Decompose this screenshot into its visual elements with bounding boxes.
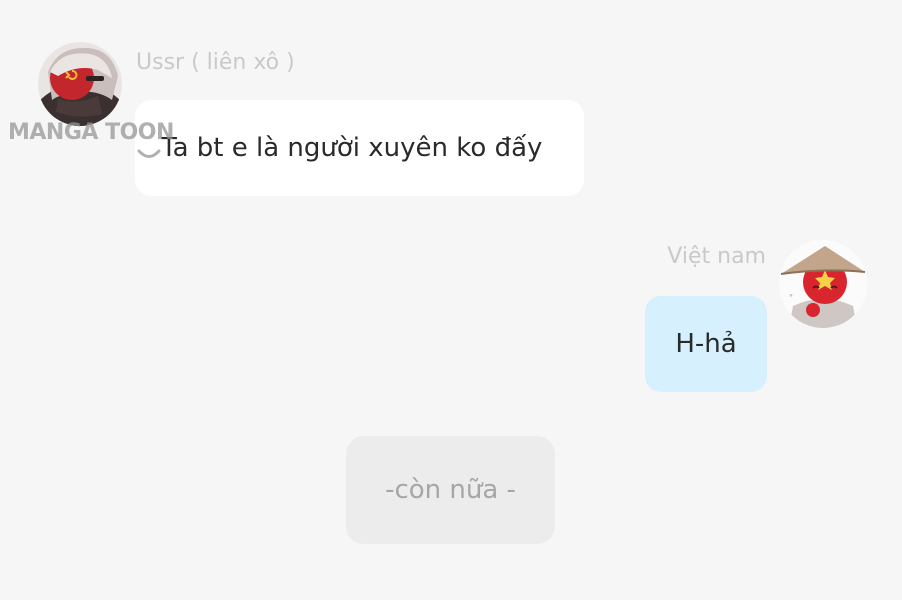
sender-name-right: Việt nam: [667, 244, 766, 269]
sender-name-left: Ussr ( liên xô ): [136, 50, 295, 75]
svg-text:°: °: [789, 293, 793, 302]
watermark-smile-icon: [137, 149, 161, 158]
vietnam-character-avatar-icon[interactable]: °: [779, 240, 867, 328]
message-text-left: Ta bt e là người xuyên ko đấy: [161, 133, 543, 163]
watermark-text: MANGA TOON: [8, 120, 174, 145]
watermark-logo: MANGA TOON: [8, 120, 174, 145]
message-text-right: H-hả: [675, 329, 737, 359]
chat-screen: Ussr ( liên xô ) Ta bt e là người xuyên …: [0, 0, 902, 600]
continue-notice: -còn nữa -: [346, 436, 555, 544]
continue-label: -còn nữa -: [385, 475, 516, 505]
ussr-character-avatar-icon[interactable]: [38, 42, 122, 126]
message-bubble-left[interactable]: Ta bt e là người xuyên ko đấy: [135, 100, 584, 196]
message-bubble-right[interactable]: H-hả: [645, 296, 767, 392]
